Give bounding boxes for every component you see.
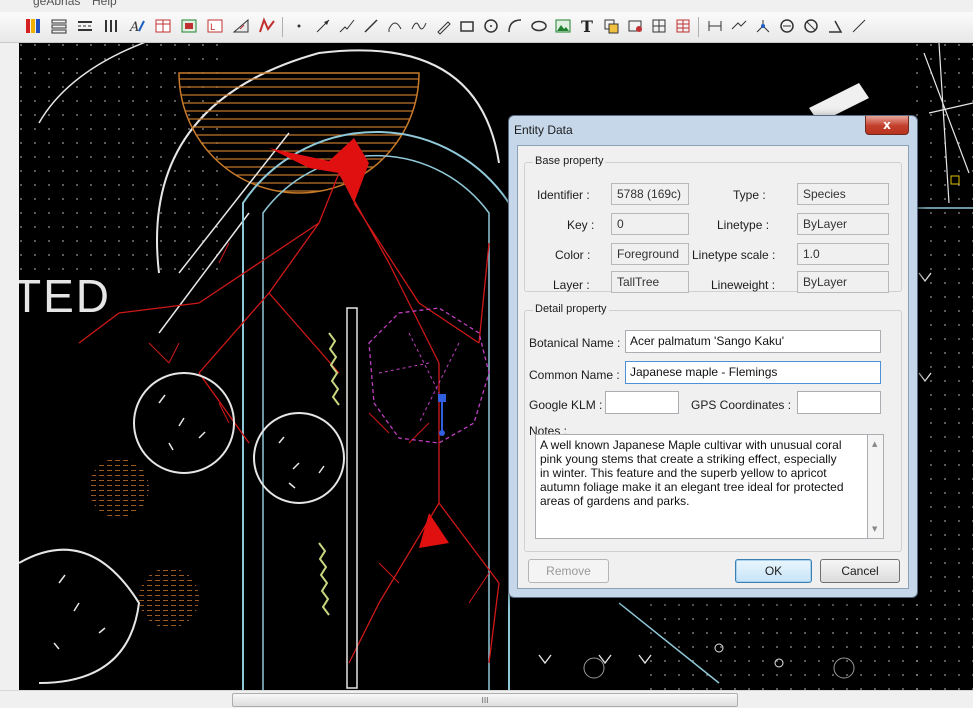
layer-list-icon[interactable] <box>48 15 70 37</box>
base-property-group: Base property Identifier : 5788 (169c) T… <box>524 155 902 293</box>
line-icon[interactable] <box>360 15 382 37</box>
close-button[interactable]: x <box>865 116 909 135</box>
rectangle-icon[interactable] <box>456 15 478 37</box>
svg-text:T: T <box>581 17 593 35</box>
lineweight-field: ByLayer <box>797 271 889 293</box>
google-klm-input[interactable] <box>605 391 679 414</box>
detail-property-legend: Detail property <box>533 303 609 315</box>
point-icon[interactable] <box>288 15 310 37</box>
identifier-label: Identifier : <box>537 188 590 202</box>
node-icon[interactable] <box>752 15 774 37</box>
multiline-icon[interactable] <box>256 15 278 37</box>
linetype-scale-field: 1.0 <box>797 243 889 265</box>
linetype-label: Linetype : <box>717 218 770 232</box>
svg-text:A: A <box>129 20 139 35</box>
circle-icon[interactable] <box>480 15 502 37</box>
type-label: Type : <box>733 188 766 202</box>
notes-textarea[interactable]: A well known Japanese Maple cultivar wit… <box>535 434 868 539</box>
linetype-icon[interactable] <box>74 15 96 37</box>
arc-icon[interactable] <box>384 15 406 37</box>
lineweight-label: Lineweight : <box>711 278 776 292</box>
circle-cross-icon[interactable] <box>800 15 822 37</box>
pencil-icon[interactable] <box>432 15 454 37</box>
arrow-icon[interactable] <box>312 15 334 37</box>
dialog-title: Entity Data <box>514 123 573 137</box>
dialog-body: Base property Identifier : 5788 (169c) T… <box>517 145 909 589</box>
measure-icon[interactable] <box>230 15 252 37</box>
common-name-label: Common Name : <box>529 368 620 382</box>
scroll-down-icon[interactable]: ▼ <box>872 525 877 533</box>
ellipse-icon[interactable] <box>528 15 550 37</box>
menu-bar: geAbrias Help <box>0 0 973 12</box>
curve-icon[interactable] <box>504 15 526 37</box>
image-icon[interactable] <box>552 15 574 37</box>
menu-item-help[interactable]: Help <box>92 0 117 8</box>
google-klm-label: Google KLM : <box>529 398 603 412</box>
linetype-scale-label: Linetype scale : <box>692 248 776 262</box>
botanical-name-input[interactable]: Acer palmatum 'Sango Kaku' <box>625 330 881 353</box>
circle-select-icon[interactable] <box>776 15 798 37</box>
horizontal-scrollbar[interactable]: III <box>0 690 973 708</box>
hatch-icon[interactable] <box>648 15 670 37</box>
layer-field: TallTree <box>611 271 689 293</box>
table-icon[interactable] <box>672 15 694 37</box>
gps-coordinates-input[interactable] <box>797 391 881 414</box>
scrollbar-grip: III <box>481 695 489 705</box>
block-style-icon[interactable] <box>178 15 200 37</box>
table-style-icon[interactable] <box>152 15 174 37</box>
layer-label: Layer : <box>553 278 590 292</box>
canvas-label-text: TED <box>19 270 111 322</box>
ok-button[interactable]: OK <box>735 559 812 583</box>
polyline-icon[interactable] <box>336 15 358 37</box>
remove-button[interactable]: Remove <box>528 559 609 583</box>
menu-item-app[interactable]: geAbrias <box>33 0 80 8</box>
base-property-legend: Base property <box>533 155 606 167</box>
angle-icon[interactable] <box>824 15 846 37</box>
close-icon: x <box>883 118 891 132</box>
notes-scrollbar[interactable]: ▲ ▼ <box>868 434 884 539</box>
block-icon[interactable] <box>624 15 646 37</box>
text-style-icon[interactable]: A <box>126 15 148 37</box>
color-label: Color : <box>555 248 591 262</box>
cancel-button[interactable]: Cancel <box>820 559 900 583</box>
spline-icon[interactable] <box>408 15 430 37</box>
type-field: Species <box>797 183 889 205</box>
entity-data-dialog: Entity Data x Base property Identifier :… <box>508 115 918 598</box>
color-field: Foreground <box>611 243 689 265</box>
insert-block-icon[interactable] <box>600 15 622 37</box>
identifier-field: 5788 (169c) <box>611 183 689 205</box>
common-name-input[interactable]: Japanese maple - Flemings <box>625 361 881 384</box>
text-tool-icon[interactable]: T <box>576 15 598 37</box>
gps-coordinates-label: GPS Coordinates : <box>691 398 792 412</box>
dimension-icon[interactable] <box>704 15 726 37</box>
linetype-field: ByLayer <box>797 213 889 235</box>
columns-icon[interactable] <box>100 15 122 37</box>
more-icon[interactable] <box>848 15 870 37</box>
scrollbar-thumb[interactable]: III <box>232 693 738 707</box>
botanical-name-label: Botanical Name : <box>529 336 621 350</box>
svg-text:L: L <box>210 23 215 33</box>
scroll-up-icon[interactable]: ▲ <box>872 440 877 448</box>
leader-icon[interactable] <box>728 15 750 37</box>
layers-icon[interactable] <box>22 15 44 37</box>
toolbar: A L T <box>0 12 973 43</box>
key-label: Key : <box>567 218 595 232</box>
key-field: 0 <box>611 213 689 235</box>
dim-style-icon[interactable]: L <box>204 15 226 37</box>
